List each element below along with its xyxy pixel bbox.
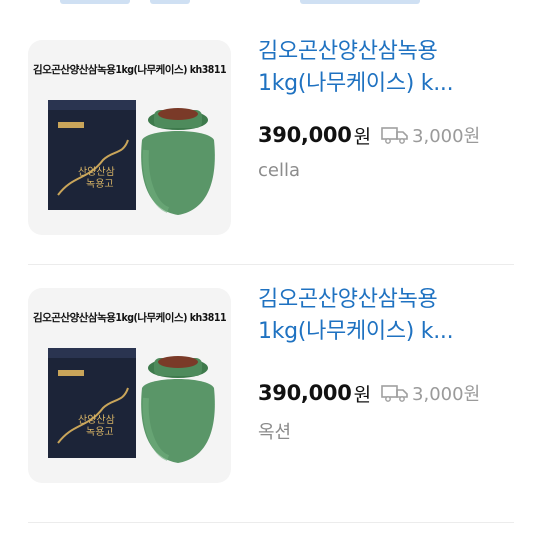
product-image: 산양산삼 녹용고 xyxy=(48,100,215,215)
seller-name: 옥션 xyxy=(258,422,292,443)
svg-text:녹용고: 녹용고 xyxy=(86,426,114,438)
truck-icon xyxy=(381,384,409,402)
svg-text:녹용고: 녹용고 xyxy=(86,178,114,190)
truck-icon xyxy=(381,126,409,144)
product-card[interactable]: 김오곤산양산삼녹용1kg(나무케이스) kh3811 산양산삼 녹용고 김오곤산… xyxy=(0,278,542,518)
previous-item-peek xyxy=(0,0,542,10)
currency: 원 xyxy=(353,125,372,148)
box-label: 산양산삼 xyxy=(78,414,115,426)
seller-name: cella xyxy=(258,160,301,181)
box-label: 산양산삼 xyxy=(78,166,115,178)
price-row: 390,000 원 3,000원 xyxy=(258,120,480,150)
product-title[interactable]: 김오곤산양산삼녹용 1kg(나무케이스) k... xyxy=(258,36,520,100)
shipping-fee: 3,000원 xyxy=(412,126,481,147)
product-card[interactable]: 김오곤산양산삼녹용1kg(나무케이스) kh3811 산양산삼 녹용고 김오곤산… xyxy=(0,30,542,270)
shipping-fee: 3,000원 xyxy=(412,384,481,405)
product-title[interactable]: 김오곤산양산삼녹용 1kg(나무케이스) k... xyxy=(258,284,520,348)
card-divider xyxy=(28,522,514,523)
price: 390,000 xyxy=(258,381,352,405)
currency: 원 xyxy=(353,383,372,406)
card-divider xyxy=(28,264,514,265)
product-thumbnail[interactable]: 김오곤산양산삼녹용1kg(나무케이스) kh3811 산양산삼 녹용고 xyxy=(28,288,231,483)
product-image: 산양산삼 녹용고 xyxy=(48,348,215,463)
price: 390,000 xyxy=(258,123,352,147)
product-thumbnail[interactable]: 김오곤산양산삼녹용1kg(나무케이스) kh3811 산양산삼 녹용고 xyxy=(28,40,231,235)
price-row: 390,000 원 3,000원 xyxy=(258,378,480,408)
